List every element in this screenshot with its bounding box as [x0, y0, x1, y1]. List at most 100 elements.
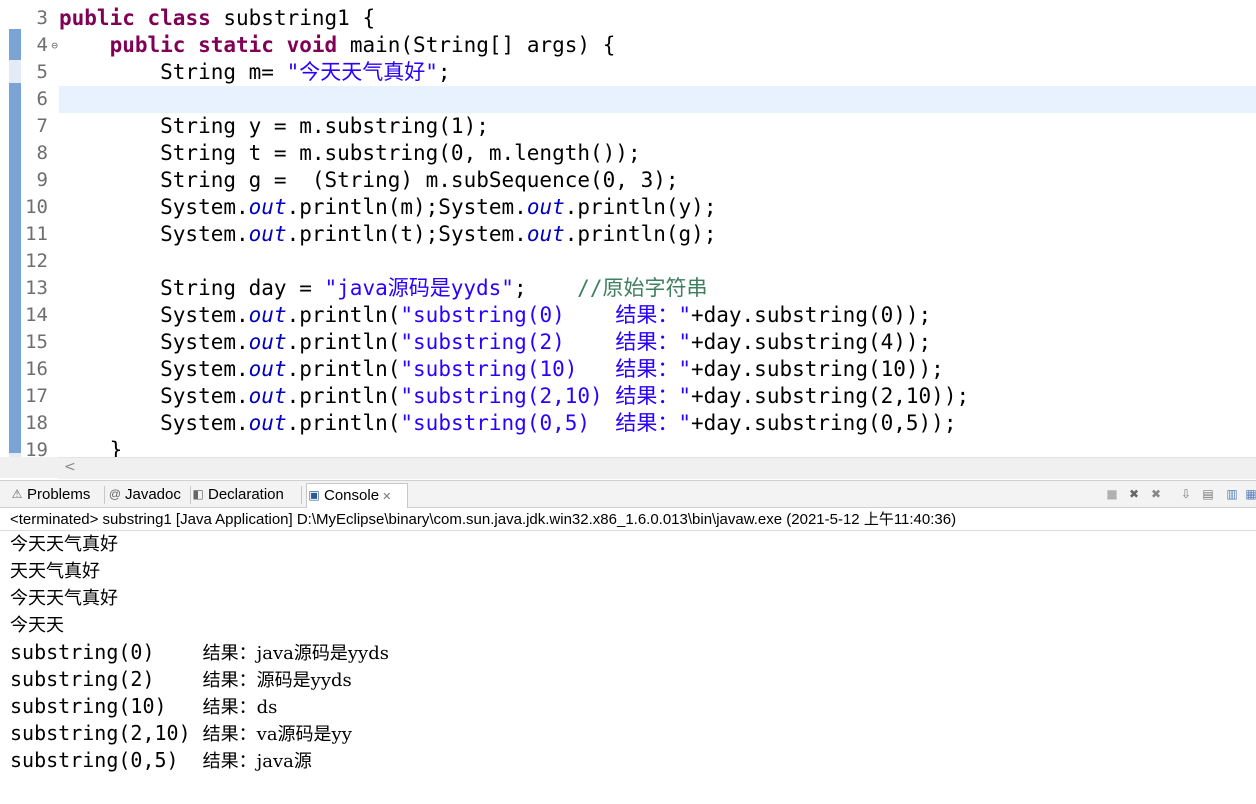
- code-line[interactable]: String y = m.substring(1);: [59, 113, 1256, 140]
- code-area[interactable]: public class substring1 { public static …: [59, 5, 1256, 457]
- console-output[interactable]: 今天天气真好 天天气真好 今天天气真好 今天天 substring(0) 结果：java…: [10, 531, 389, 774]
- tab-console[interactable]: ▣ Console ✕: [306, 483, 408, 508]
- scroll-lock-icon[interactable]: ⇩: [1178, 486, 1194, 502]
- code-line[interactable]: System.out.println("substring(0) 结果："+da…: [59, 302, 1256, 329]
- code-token: out: [248, 303, 287, 327]
- code-line[interactable]: System.out.println("substring(2) 结果："+da…: [59, 329, 1256, 356]
- code-token: System.: [59, 357, 249, 381]
- code-token: .println(y);: [564, 195, 717, 219]
- line-number: 18: [25, 412, 48, 434]
- code-line[interactable]: String day = "java源码是yyds"; //原始字符串: [59, 275, 1256, 302]
- code-token: "substring(0,5) 结果：": [400, 411, 691, 435]
- code-token: ;: [513, 276, 578, 300]
- console-icon: ▣: [308, 488, 320, 503]
- code-token: out: [248, 222, 287, 246]
- output-text: 今天天气真好: [10, 534, 118, 555]
- code-line[interactable]: System.out.println("substring(0,5) 结果："+…: [59, 410, 1256, 437]
- tab-problems[interactable]: ⚠ Problems: [10, 483, 102, 507]
- code-token: static: [198, 33, 274, 57]
- code-token: main(String[] args) {: [337, 33, 616, 57]
- code-token: +day.substring(10));: [690, 357, 944, 381]
- code-token: +day.substring(2,10));: [690, 384, 970, 408]
- code-line[interactable]: System.out.println("substring(10) 结果："+d…: [59, 356, 1256, 383]
- tab-declaration[interactable]: ◧ Declaration: [191, 483, 299, 507]
- code-line[interactable]: [59, 248, 1256, 275]
- problems-icon: ⚠: [11, 487, 23, 502]
- code-token: out: [248, 195, 287, 219]
- output-text: 结果：java源码是yyds: [202, 643, 389, 664]
- code-token: String y = m.substring(1);: [59, 114, 489, 138]
- close-console-icon[interactable]: ✕: [379, 491, 391, 503]
- code-token: "今天天气真好": [286, 60, 438, 84]
- code-token: .println(: [286, 411, 401, 435]
- code-token: out: [526, 222, 565, 246]
- tab-separator: [301, 486, 302, 504]
- tab-label: Problems: [27, 486, 91, 503]
- code-line[interactable]: public class substring1 {: [59, 5, 1256, 32]
- line-number: 15: [25, 331, 48, 353]
- code-token: System.: [59, 222, 249, 246]
- output-label: substring(2,10): [10, 721, 203, 745]
- code-token: ;: [437, 60, 451, 84]
- horizontal-scrollbar[interactable]: <: [58, 457, 1256, 479]
- tab-javadoc[interactable]: @ Javadoc: [108, 483, 188, 507]
- output-label: substring(10): [10, 694, 203, 718]
- line-number: 8: [36, 142, 48, 164]
- console-output-line: substring(0) 结果：java源码是yyds: [10, 639, 389, 666]
- line-number: 19: [25, 439, 48, 457]
- code-line[interactable]: [59, 86, 1256, 113]
- fold-toggle-icon[interactable]: ⊖: [51, 32, 58, 59]
- code-token: String t = m.substring(0, m.length());: [59, 141, 641, 165]
- code-line[interactable]: public static void main(String[] args) {: [59, 32, 1256, 59]
- output-text: 结果：va源码是yy: [202, 724, 352, 745]
- console-output-line: substring(2,10) 结果：va源码是yy: [10, 720, 389, 747]
- code-token: +day.substring(0));: [690, 303, 932, 327]
- code-token: System.: [59, 384, 249, 408]
- terminate-icon[interactable]: ■: [1104, 486, 1120, 502]
- code-line[interactable]: System.out.println(m);System.out.println…: [59, 194, 1256, 221]
- console-process-label: <terminated> substring1 [Java Applicatio…: [0, 508, 1256, 531]
- scroll-left-icon[interactable]: <: [64, 459, 76, 475]
- code-token: "substring(2) 结果：": [400, 330, 691, 354]
- code-token: System.: [59, 195, 249, 219]
- code-token: "substring(0) 结果：": [400, 303, 691, 327]
- code-line[interactable]: System.out.println(t);System.out.println…: [59, 221, 1256, 248]
- code-token: .println(g);: [564, 222, 717, 246]
- remove-launch-icon[interactable]: ✖: [1126, 486, 1142, 502]
- tab-label: Declaration: [208, 486, 284, 503]
- console-output-line: substring(2) 结果：源码是yyds: [10, 666, 389, 693]
- tab-label: Javadoc: [125, 486, 181, 503]
- code-token: String g = (String) m.subSequence(0, 3);: [59, 168, 679, 192]
- code-token: System.: [59, 411, 249, 435]
- javadoc-icon: @: [108, 487, 122, 502]
- code-line[interactable]: String m= "今天天气真好";: [59, 59, 1256, 86]
- tab-separator: [104, 486, 105, 504]
- code-line[interactable]: String t = m.substring(0, m.length());: [59, 140, 1256, 167]
- code-line[interactable]: System.out.println("substring(2,10) 结果："…: [59, 383, 1256, 410]
- code-token: substring1 {: [210, 6, 376, 30]
- code-token: .println(: [286, 303, 401, 327]
- output-label: substring(0): [10, 640, 203, 664]
- pin-console-icon[interactable]: ▥: [1224, 486, 1240, 502]
- output-text: 今天天气真好: [10, 588, 118, 609]
- code-token: out: [248, 357, 287, 381]
- clear-console-icon[interactable]: ▤: [1200, 486, 1216, 502]
- line-number: 13: [25, 277, 48, 299]
- gutter-footer: [0, 457, 58, 478]
- code-line[interactable]: }: [59, 437, 1256, 457]
- code-token: out: [248, 384, 287, 408]
- console-output-line: 今天天气真好: [10, 585, 389, 612]
- code-line[interactable]: String g = (String) m.subSequence(0, 3);: [59, 167, 1256, 194]
- code-token: public: [59, 6, 135, 30]
- remove-all-terminated-icon[interactable]: ✖: [1148, 486, 1164, 502]
- line-number: 6: [36, 88, 48, 110]
- display-console-icon[interactable]: ▦: [1243, 486, 1256, 502]
- code-editor[interactable]: 3 4 ⊖ 5 6 7 8 9 10 11 12 13 14 15 16 17 18 19 public clas…: [0, 0, 1256, 457]
- output-text: 今天天: [10, 615, 64, 636]
- console-output-line: 今天天: [10, 612, 389, 639]
- output-label: substring(0,5): [10, 748, 203, 772]
- code-token: +day.substring(0,5));: [690, 411, 957, 435]
